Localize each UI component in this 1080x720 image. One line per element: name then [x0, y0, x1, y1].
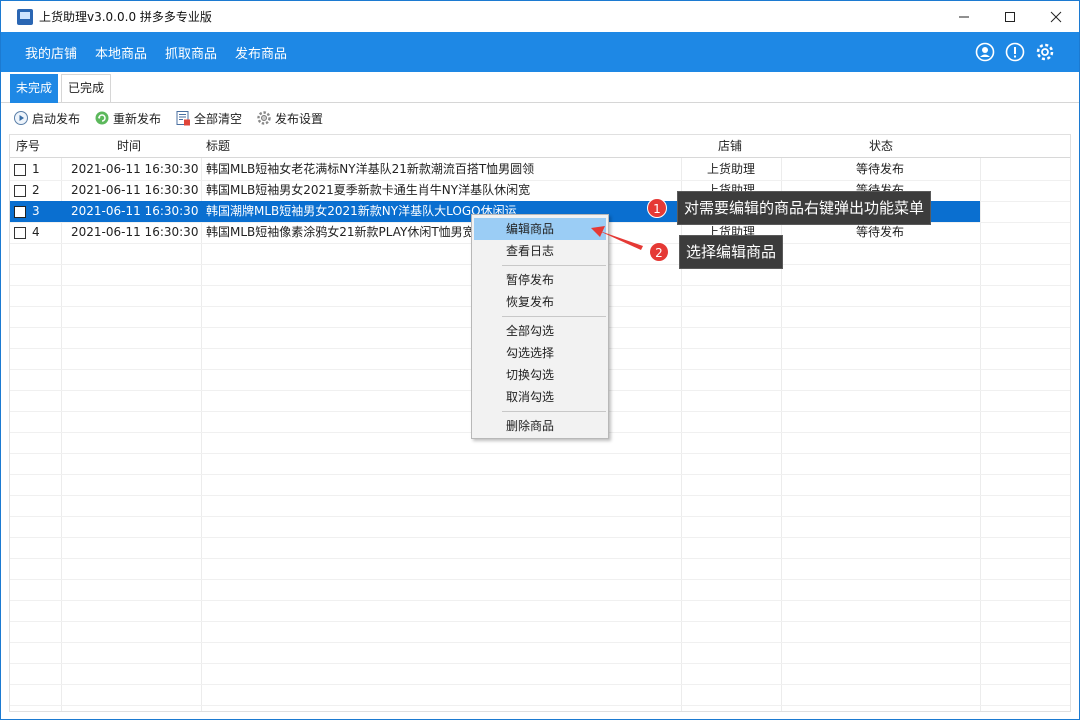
app-window: 上货助理v3.0.0.0 拼多多专业版 我的店铺 本地商品 抓取商品 发布商品 — [0, 0, 1080, 720]
menu-separator — [502, 265, 606, 266]
clear-all-label: 全部清空 — [194, 111, 243, 126]
row-status: 等待发布 — [856, 162, 905, 176]
row-grid-line — [10, 495, 1070, 496]
publish-settings-button[interactable]: 发布设置 — [256, 110, 323, 127]
row-time: 2021-06-11 16:30:30 — [71, 204, 199, 218]
maximize-icon — [1005, 11, 1015, 22]
menu-local-products[interactable]: 本地商品 — [95, 43, 147, 62]
menu-my-stores[interactable]: 我的店铺 — [25, 43, 77, 62]
maximize-button[interactable] — [987, 1, 1033, 32]
menu-publish-products[interactable]: 发布商品 — [235, 43, 287, 62]
clear-all-button[interactable]: 全部清空 — [175, 110, 242, 127]
row-grid-line — [10, 621, 1070, 622]
info-icon[interactable] — [1005, 42, 1025, 62]
header-index[interactable]: 序号 — [16, 135, 40, 158]
refresh-icon — [94, 110, 110, 126]
menu-separator — [502, 411, 606, 412]
ctx-resume-publish[interactable]: 恢复发布 — [474, 291, 606, 313]
row-checkbox[interactable] — [14, 206, 26, 218]
row-status: 等待发布 — [856, 225, 905, 239]
row-grid-line — [10, 537, 1070, 538]
row-time: 2021-06-11 16:30:30 — [71, 183, 199, 197]
step-badge-2: 2 — [649, 242, 669, 262]
step-badge-1: 1 — [647, 198, 667, 218]
row-grid-line — [10, 600, 1070, 601]
ctx-check-all[interactable]: 全部勾选 — [474, 320, 606, 342]
gear-icon[interactable] — [1035, 42, 1055, 62]
clear-list-icon — [175, 110, 191, 126]
app-logo-icon — [17, 8, 33, 25]
start-publish-button[interactable]: 启动发布 — [13, 110, 80, 127]
row-title: 韩国MLB短袖女老花满标NY洋基队21新款潮流百搭T恤男圆领 — [206, 162, 535, 176]
row-time: 2021-06-11 16:30:30 — [71, 162, 199, 176]
menu-grab-products[interactable]: 抓取商品 — [165, 43, 217, 62]
minimize-button[interactable] — [941, 1, 987, 32]
close-button[interactable] — [1033, 1, 1079, 32]
header-title[interactable]: 标题 — [206, 135, 230, 158]
tab-finished[interactable]: 已完成 — [61, 74, 112, 102]
header-time[interactable]: 时间 — [117, 135, 141, 158]
table-header: 序号 时间 标题 店铺 状态 — [10, 135, 1070, 158]
republish-label: 重新发布 — [113, 111, 162, 126]
menu-separator — [502, 316, 606, 317]
ctx-uncheck[interactable]: 取消勾选 — [474, 386, 606, 408]
row-time: 2021-06-11 16:30:30 — [71, 225, 199, 239]
window-controls — [941, 1, 1079, 32]
play-icon — [13, 110, 29, 126]
row-checkbox[interactable] — [14, 227, 26, 239]
row-grid-line — [10, 453, 1070, 454]
row-grid-line — [10, 642, 1070, 643]
minimize-icon — [959, 16, 969, 17]
ctx-pause-publish[interactable]: 暂停发布 — [474, 269, 606, 291]
row-index: 2 — [32, 183, 40, 197]
row-grid-line — [10, 474, 1070, 475]
row-index: 3 — [32, 204, 40, 218]
tab-unfinished[interactable]: 未完成 — [10, 74, 59, 103]
main-menu-bar: 我的店铺 本地商品 抓取商品 发布商品 — [1, 32, 1079, 72]
menu-icon-group — [975, 42, 1055, 62]
ctx-toggle-check[interactable]: 切换勾选 — [474, 364, 606, 386]
status-tabs: 未完成 已完成 — [1, 72, 1079, 103]
row-grid-line — [10, 663, 1070, 664]
callout-step-1: 对需要编辑的商品右键弹出功能菜单 — [677, 191, 932, 225]
row-checkbox[interactable] — [14, 185, 26, 197]
user-icon[interactable] — [975, 42, 995, 62]
row-grid-line — [10, 558, 1070, 559]
row-store: 上货助理 — [707, 162, 756, 176]
ctx-check-selected[interactable]: 勾选选择 — [474, 342, 606, 364]
row-index: 4 — [32, 225, 40, 239]
republish-button[interactable]: 重新发布 — [94, 110, 161, 127]
window-title: 上货助理v3.0.0.0 拼多多专业版 — [39, 10, 212, 24]
header-status[interactable]: 状态 — [869, 135, 893, 158]
title-bar: 上货助理v3.0.0.0 拼多多专业版 — [1, 1, 1079, 32]
start-publish-label: 启动发布 — [32, 111, 81, 126]
settings-gear-icon — [256, 110, 272, 126]
publish-settings-label: 发布设置 — [275, 111, 324, 126]
row-grid-line — [10, 516, 1070, 517]
table-row[interactable]: 1 2021-06-11 16:30:30 韩国MLB短袖女老花满标NY洋基队2… — [10, 159, 980, 180]
row-grid-line — [10, 579, 1070, 580]
close-icon — [1050, 11, 1062, 22]
row-checkbox[interactable] — [14, 164, 26, 176]
publish-toolbar: 启动发布 重新发布 全部清空 发布设置 — [1, 105, 1079, 131]
ctx-delete-product[interactable]: 删除商品 — [474, 415, 606, 437]
row-grid-line — [10, 684, 1070, 685]
row-index: 1 — [32, 162, 40, 176]
row-grid-line — [10, 705, 1070, 706]
header-store[interactable]: 店铺 — [718, 135, 742, 158]
row-title: 韩国MLB短袖男女2021夏季新款卡通生肖牛NY洋基队休闲宽 — [206, 183, 531, 197]
callout-step-2: 选择编辑商品 — [679, 235, 784, 269]
